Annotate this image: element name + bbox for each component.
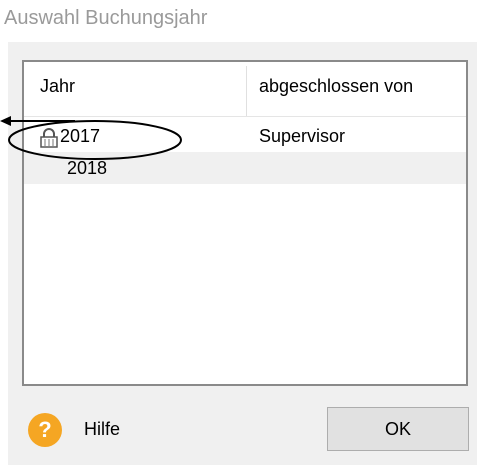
column-separator[interactable] [246, 66, 247, 116]
question-mark-icon[interactable]: ? [28, 413, 62, 447]
year-cell: 2018 [67, 158, 108, 178]
column-header-year[interactable]: Jahr [40, 74, 75, 98]
table-row[interactable]: 2018 [24, 152, 466, 184]
dialog-title: Auswahl Buchungsjahr [4, 7, 208, 29]
ok-button[interactable]: OK [327, 407, 469, 451]
year-list[interactable]: Jahr abgeschlossen von 2017 Supervisor 2… [22, 60, 468, 386]
year-cell: 2017 [60, 126, 101, 146]
list-header: Jahr abgeschlossen von [24, 62, 466, 117]
closed-by-cell: Supervisor [259, 126, 346, 146]
lock-icon [40, 128, 58, 148]
column-header-closed-by[interactable]: abgeschlossen von [259, 74, 413, 98]
help-label[interactable]: Hilfe [84, 419, 120, 440]
table-row[interactable]: 2017 Supervisor [24, 120, 466, 152]
